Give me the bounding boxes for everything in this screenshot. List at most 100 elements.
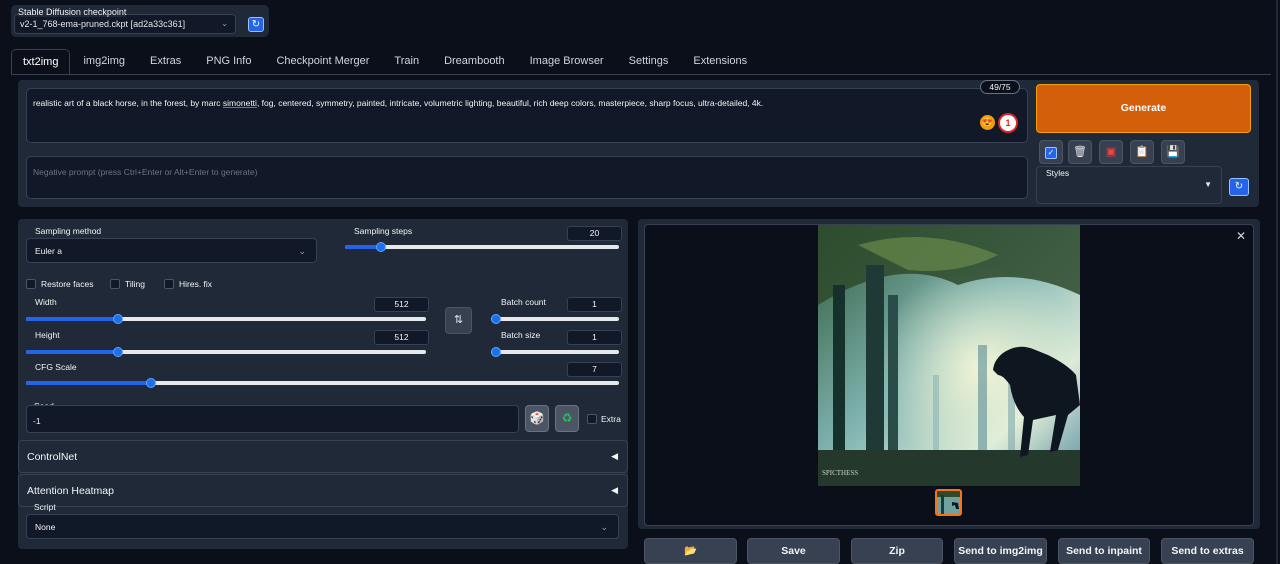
height-input[interactable]: 512 bbox=[374, 330, 429, 345]
tab-divider bbox=[11, 74, 1271, 75]
folder-icon: 📂 bbox=[683, 545, 698, 557]
checkpoint-refresh-button[interactable]: ↻ bbox=[248, 17, 264, 32]
collapse-triangle-icon: ◀ bbox=[611, 485, 618, 495]
batch-size-input[interactable]: 1 bbox=[567, 330, 622, 345]
extra-seed-label: Extra bbox=[601, 414, 621, 424]
svg-text:SPICTHESS: SPICTHESS bbox=[822, 469, 858, 477]
sampling-steps-label: Sampling steps bbox=[354, 226, 413, 236]
refresh-icon: ↻ bbox=[251, 19, 261, 30]
tab-extras[interactable]: Extras bbox=[138, 49, 193, 75]
width-input[interactable]: 512 bbox=[374, 297, 429, 312]
tab-img2img[interactable]: img2img bbox=[71, 49, 137, 75]
sampling-method-label: Sampling method bbox=[35, 226, 102, 236]
tiling-checkbox[interactable] bbox=[110, 279, 120, 289]
generate-button[interactable]: Generate bbox=[1036, 84, 1251, 133]
prompt-misspelled-word: simonetti bbox=[222, 98, 257, 108]
sampling-steps-slider[interactable] bbox=[345, 242, 619, 252]
sampling-method-select[interactable]: Euler a ⌄ bbox=[26, 238, 317, 263]
send-to-img2img-button[interactable]: Send to img2img bbox=[954, 538, 1047, 564]
slider-fill bbox=[26, 350, 118, 354]
checkbox-tool-button[interactable]: ✓ bbox=[1039, 140, 1063, 164]
send-to-extras-button[interactable]: Send to extras bbox=[1161, 538, 1254, 564]
cfg-scale-input[interactable]: 7 bbox=[567, 362, 622, 377]
negative-prompt-textarea[interactable]: Negative prompt (press Ctrl+Enter or Alt… bbox=[26, 156, 1028, 199]
red-card-icon: ▣ bbox=[1105, 146, 1117, 158]
hires-fix-checkbox[interactable] bbox=[164, 279, 174, 289]
slider-thumb[interactable] bbox=[491, 314, 501, 324]
generated-image[interactable]: SPICTHESS bbox=[818, 225, 1080, 486]
sampling-method-value: Euler a bbox=[35, 246, 62, 256]
prompt-textarea[interactable]: realistic art of a black horse, in the f… bbox=[26, 88, 1028, 143]
attention-heatmap-title: Attention Heatmap bbox=[27, 485, 114, 497]
script-value: None bbox=[35, 522, 56, 532]
slider-thumb[interactable] bbox=[491, 347, 501, 357]
styles-refresh-button[interactable]: ↻ bbox=[1229, 178, 1249, 196]
slider-fill bbox=[26, 317, 118, 321]
height-slider[interactable] bbox=[26, 347, 426, 357]
save-button[interactable]: Save bbox=[747, 538, 840, 564]
collapse-triangle-icon: ◀ bbox=[611, 451, 618, 461]
random-seed-button[interactable]: 🎲 bbox=[525, 405, 549, 432]
script-label: Script bbox=[34, 502, 56, 512]
tab-png-info[interactable]: PNG Info bbox=[194, 49, 263, 75]
slider-thumb[interactable] bbox=[113, 347, 123, 357]
notification-badge-icon[interactable]: 1 bbox=[998, 113, 1018, 133]
tab-extensions[interactable]: Extensions bbox=[681, 49, 759, 75]
sampling-steps-input[interactable]: 20 bbox=[567, 226, 622, 241]
width-slider[interactable] bbox=[26, 314, 426, 324]
dice-icon: 🎲 bbox=[529, 411, 545, 425]
reuse-seed-button[interactable]: ♻ bbox=[555, 405, 579, 432]
extra-seed-checkbox[interactable] bbox=[587, 414, 597, 424]
attention-heatmap-accordion[interactable]: Attention Heatmap ◀ bbox=[18, 474, 628, 507]
batch-size-slider[interactable] bbox=[491, 347, 619, 357]
cfg-scale-slider[interactable] bbox=[26, 378, 619, 388]
slider-thumb[interactable] bbox=[113, 314, 123, 324]
close-icon[interactable]: ✕ bbox=[1236, 229, 1246, 243]
page-scrollbar[interactable] bbox=[1276, 0, 1278, 564]
batch-count-slider[interactable] bbox=[491, 314, 619, 324]
slider-thumb[interactable] bbox=[375, 242, 386, 252]
trash-button[interactable]: 🗑 bbox=[1068, 140, 1092, 164]
tab-txt2img[interactable]: txt2img bbox=[11, 49, 71, 75]
slider-thumb[interactable] bbox=[145, 378, 156, 388]
swap-dimensions-button[interactable]: ⇅ bbox=[445, 307, 472, 334]
tab-train[interactable]: Train bbox=[382, 49, 431, 75]
prompt-text: realistic art of a black horse, in the f… bbox=[33, 98, 223, 108]
checkbox-icon: ✓ bbox=[1045, 147, 1057, 159]
tab-checkpoint-merger[interactable]: Checkpoint Merger bbox=[264, 49, 381, 75]
token-counter: 49/75 bbox=[980, 80, 1020, 94]
recycle-icon: ♻ bbox=[561, 411, 573, 425]
seed-input[interactable]: -1 bbox=[26, 405, 519, 433]
restore-faces-label: Restore faces bbox=[41, 279, 94, 289]
styles-select[interactable]: ▼ bbox=[1040, 180, 1220, 200]
batch-count-input[interactable]: 1 bbox=[567, 297, 622, 312]
controlnet-title: ControlNet bbox=[27, 451, 78, 463]
restore-faces-checkbox[interactable] bbox=[26, 279, 36, 289]
send-to-inpaint-button[interactable]: Send to inpaint bbox=[1058, 538, 1150, 564]
tab-image-browser[interactable]: Image Browser bbox=[518, 49, 616, 75]
image-thumbnail[interactable] bbox=[935, 489, 962, 516]
clipboard-icon: 📋 bbox=[1135, 146, 1149, 158]
batch-count-label: Batch count bbox=[501, 297, 546, 307]
controlnet-accordion[interactable]: ControlNet ◀ bbox=[18, 440, 628, 473]
save-icon: 💾 bbox=[1166, 146, 1180, 158]
extra-networks-button[interactable]: ▣ bbox=[1099, 140, 1123, 164]
hires-fix-label: Hires. fix bbox=[179, 279, 213, 289]
generated-image-art: SPICTHESS bbox=[818, 225, 1080, 486]
tab-settings[interactable]: Settings bbox=[617, 49, 681, 75]
styles-label: Styles bbox=[1046, 168, 1070, 178]
tiling-label: Tiling bbox=[125, 279, 145, 289]
dropdown-triangle-icon: ▼ bbox=[1204, 180, 1212, 189]
tab-dreambooth[interactable]: Dreambooth bbox=[432, 49, 517, 75]
width-label: Width bbox=[35, 297, 57, 307]
open-folder-button[interactable]: 📂 bbox=[644, 538, 737, 564]
checkpoint-value: v2-1_768-ema-pruned.ckpt [ad2a33c361] bbox=[20, 19, 186, 29]
checkpoint-select[interactable]: v2-1_768-ema-pruned.ckpt [ad2a33c361] ⌄ bbox=[14, 14, 236, 34]
save-style-button[interactable]: 💾 bbox=[1161, 140, 1185, 164]
tab-bar: txt2img img2img Extras PNG Info Checkpoi… bbox=[11, 49, 760, 75]
batch-size-label: Batch size bbox=[501, 330, 541, 340]
clipboard-button[interactable]: 📋 bbox=[1130, 140, 1154, 164]
cfg-scale-label: CFG Scale bbox=[35, 362, 77, 372]
zip-button[interactable]: Zip bbox=[851, 538, 943, 564]
script-select[interactable]: None ⌄ bbox=[26, 514, 619, 539]
